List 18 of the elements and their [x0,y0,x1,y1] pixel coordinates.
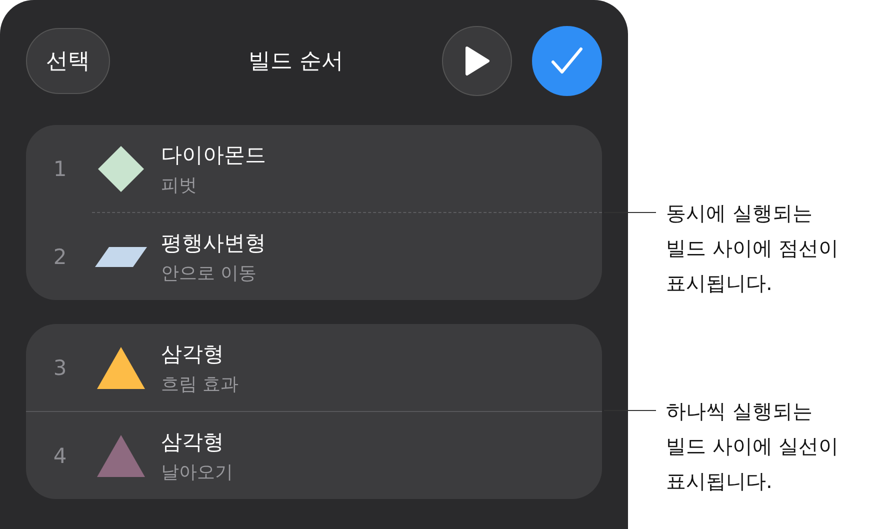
build-name: 삼각형 [161,340,225,368]
callout-text: 동시에 실행되는 빌드 사이에 점선이 표시됩니다. [666,200,839,297]
select-button[interactable]: 선택 [26,28,110,94]
panel-title: 빌드 순서 [248,48,344,76]
build-effect: 안으로 이동 [161,262,258,284]
build-name: 평행사변형 [161,230,266,256]
checkmark-icon [550,46,584,76]
build-effect: 날아오기 [161,460,233,484]
build-name: 삼각형 [161,428,225,456]
build-effect: 흐림 효과 [161,372,239,396]
callout-text: 하나씩 실행되는 빌드 사이에 실선이 표시됩니다. [666,398,839,495]
build-number: 1 [52,156,68,180]
build-effect: 피벗 [161,174,198,196]
play-icon [464,46,490,76]
build-number: 3 [52,356,68,380]
build-number: 2 [52,244,68,268]
build-name: 다이아몬드 [161,142,266,168]
build-number: 4 [52,444,68,468]
